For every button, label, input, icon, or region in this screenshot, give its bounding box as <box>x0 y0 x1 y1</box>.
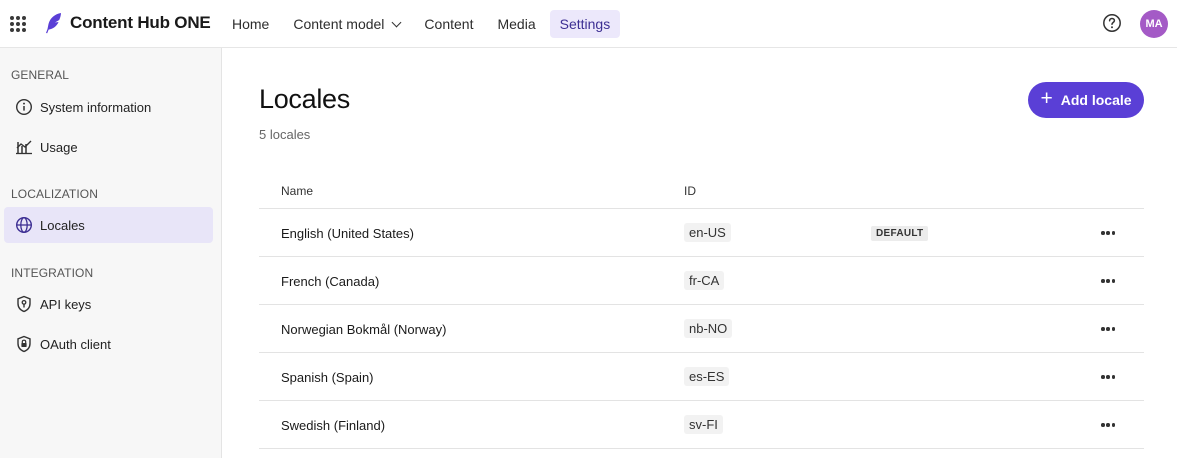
lock-shield-icon <box>17 335 31 353</box>
settings-sidebar: GENERAL System information Usage LOCALIZ… <box>0 48 222 458</box>
locale-name: Spanish (Spain) <box>281 370 374 385</box>
table-row[interactable]: Norwegian Bokmål (Norway) nb-NO <box>259 305 1144 353</box>
info-icon <box>15 98 33 116</box>
table-row[interactable]: Spanish (Spain) es-ES <box>259 353 1144 401</box>
sidebar-item-label: API keys <box>40 296 92 312</box>
locale-name: English (United States) <box>281 226 414 241</box>
locale-name: Swedish (Finland) <box>281 418 386 433</box>
key-shield-icon <box>17 295 31 313</box>
locale-id: fr-CA <box>684 271 725 290</box>
more-options-icon[interactable] <box>1097 273 1119 289</box>
locales-table: Name ID English (United States) en-US DE… <box>259 172 1144 449</box>
nav-settings[interactable]: Settings <box>549 10 621 38</box>
more-options-icon[interactable] <box>1097 225 1119 241</box>
plus-icon: + <box>1040 87 1053 110</box>
nav-home-label: Home <box>232 16 270 32</box>
sidebar-item-label: OAuth client <box>40 336 111 352</box>
globe-icon <box>15 216 33 234</box>
sidebar-group-localization: LOCALIZATION <box>11 187 98 201</box>
locale-name: Norwegian Bokmål (Norway) <box>281 322 447 337</box>
nav-media[interactable]: Media <box>487 10 545 38</box>
nav-content-label: Content <box>424 16 474 32</box>
app-switcher-icon[interactable] <box>10 16 26 32</box>
help-icon[interactable] <box>1102 13 1122 33</box>
sidebar-item-locales[interactable]: Locales <box>4 207 213 243</box>
column-header-id: ID <box>684 184 696 198</box>
add-locale-button[interactable]: + Add locale <box>1028 82 1144 118</box>
app-brand[interactable]: Content Hub ONE <box>70 13 211 33</box>
page-title: Locales <box>259 84 350 114</box>
main-nav: Home Content model Content Media Setting… <box>222 10 624 38</box>
sidebar-item-usage[interactable]: Usage <box>4 129 213 165</box>
table-header: Name ID <box>259 172 1144 209</box>
sidebar-item-label: Locales <box>40 217 85 233</box>
sidebar-group-integration: INTEGRATION <box>11 266 94 280</box>
nav-content-model-label: Content model <box>293 16 385 32</box>
locale-id: sv-FI <box>684 415 723 434</box>
user-avatar[interactable]: MA <box>1140 10 1168 38</box>
table-row[interactable]: English (United States) en-US DEFAULT <box>259 209 1144 257</box>
more-options-icon[interactable] <box>1097 321 1119 337</box>
more-options-icon[interactable] <box>1097 369 1119 385</box>
locale-count: 5 locales <box>259 127 311 142</box>
default-badge: DEFAULT <box>871 226 929 241</box>
column-header-name: Name <box>281 184 314 198</box>
more-options-icon[interactable] <box>1097 417 1119 433</box>
locale-id: es-ES <box>684 367 730 386</box>
locale-id: en-US <box>684 223 731 242</box>
table-row[interactable]: Swedish (Finland) sv-FI <box>259 401 1144 449</box>
usage-chart-icon <box>16 140 32 155</box>
nav-media-label: Media <box>497 16 536 32</box>
nav-settings-label: Settings <box>559 16 611 32</box>
feather-logo-icon <box>44 12 64 34</box>
add-locale-label: Add locale <box>1060 92 1132 108</box>
nav-content-model[interactable]: Content model <box>283 10 410 38</box>
sidebar-item-oauth-client[interactable]: OAuth client <box>4 326 213 362</box>
chevron-down-icon <box>391 17 402 27</box>
nav-content[interactable]: Content <box>414 10 483 38</box>
sidebar-item-label: System information <box>40 99 152 115</box>
sidebar-item-system-information[interactable]: System information <box>4 89 213 125</box>
sidebar-group-general: GENERAL <box>11 68 70 82</box>
nav-home[interactable]: Home <box>222 10 279 38</box>
top-bar: Content Hub ONE Home Content model Conte… <box>0 0 1177 48</box>
locale-id: nb-NO <box>684 319 733 338</box>
sidebar-item-api-keys[interactable]: API keys <box>4 286 213 322</box>
sidebar-item-label: Usage <box>40 139 78 155</box>
locale-name: French (Canada) <box>281 274 380 289</box>
table-row[interactable]: French (Canada) fr-CA <box>259 257 1144 305</box>
